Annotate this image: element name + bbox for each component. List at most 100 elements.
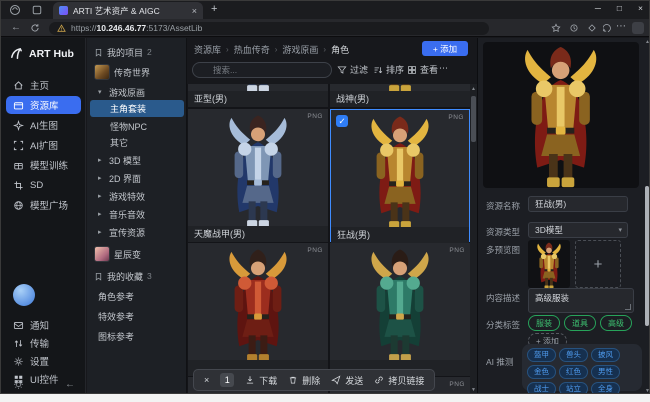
chevron-down-icon[interactable]: ▾ — [98, 88, 105, 96]
user-avatar[interactable] — [13, 284, 35, 306]
window-maximize-button[interactable]: □ — [617, 3, 622, 13]
ai-tag-chip[interactable]: 站立 — [559, 382, 588, 394]
asset-card[interactable]: PNG — [188, 243, 328, 376]
category-tag[interactable]: 高级 — [600, 315, 632, 331]
scroll-down-arrow[interactable]: ▼ — [470, 387, 477, 393]
filter-button[interactable]: 过滤 — [337, 63, 368, 76]
asset-preview-image[interactable] — [483, 42, 639, 188]
category-tag[interactable]: 服装 — [528, 315, 560, 331]
breadcrumb-item[interactable]: 游戏原画 — [282, 43, 318, 56]
sidebar-item-transfers[interactable]: 传输 — [6, 334, 81, 352]
tab-list-icon[interactable] — [31, 4, 43, 16]
chevron-right-icon[interactable]: ▸ — [98, 192, 105, 200]
detail-scrollbar[interactable]: ▲ ▼ — [645, 38, 650, 394]
chevron-right-icon[interactable]: ▸ — [98, 174, 105, 182]
tree-header-my-projects[interactable]: 我的项目 2 — [90, 44, 184, 60]
sync-icon[interactable] — [569, 23, 579, 33]
tree-node-3d-models[interactable]: ▸ 3D 模型 — [90, 152, 184, 168]
extensions-icon[interactable] — [587, 23, 597, 33]
asset-card[interactable]: PNG — [330, 243, 470, 376]
sidebar-item-model-plaza[interactable]: 模型广场 — [6, 196, 81, 214]
ai-tag-chip[interactable]: 金色 — [527, 365, 556, 379]
star-bookmark-icon[interactable] — [551, 23, 561, 33]
new-tab-button[interactable]: + — [211, 3, 217, 15]
view-button[interactable]: 查看 — [407, 63, 438, 76]
asset-card[interactable]: PNG 战神(男) — [330, 84, 470, 107]
sidebar-item-ai-image[interactable]: AI生图 — [6, 116, 81, 134]
tree-node-music-sfx[interactable]: ▸ 音乐音效 — [90, 206, 184, 222]
window-close-button[interactable]: × — [638, 3, 643, 13]
tree-node-vfx-refs[interactable]: 特效参考 — [90, 308, 184, 324]
tree-project-legend-world[interactable]: 传奇世界 — [90, 62, 184, 82]
tree-node-icon-refs[interactable]: 图标参考 — [90, 328, 184, 344]
tree-node-game-vfx[interactable]: ▸ 游戏特效 — [90, 188, 184, 204]
preview-thumbnail[interactable] — [528, 240, 570, 288]
address-bar[interactable]: https://10.246.46.77:5173/AssetLib — [49, 22, 489, 35]
scroll-up-arrow[interactable]: ▲ — [470, 86, 477, 92]
ai-tag-chip[interactable]: 盔甲 — [527, 348, 556, 362]
asset-name-input[interactable] — [528, 196, 628, 212]
sidebar-item-settings[interactable]: 设置 — [6, 352, 81, 370]
sort-button[interactable]: 排序 — [373, 63, 404, 76]
selected-checkbox[interactable]: ✓ — [336, 115, 348, 127]
ai-tag-chip[interactable]: 披风 — [591, 348, 620, 362]
tree-project-stellar[interactable]: 星辰变 — [90, 244, 184, 264]
tree-node-promo-assets[interactable]: ▸ 宣传资源 — [90, 224, 184, 240]
tree-node-hero-outfits[interactable]: 主角套装 — [90, 100, 184, 117]
tree-node-other[interactable]: 其它 — [90, 134, 184, 150]
more-options-button[interactable]: ⋯ — [439, 63, 448, 74]
ai-tag-chip[interactable]: 男性 — [591, 365, 620, 379]
chevron-right-icon[interactable]: ▸ — [98, 156, 105, 164]
description-textarea[interactable]: 高级服装 — [528, 288, 634, 313]
tree-node-monster-npc[interactable]: 怪物NPC — [90, 118, 184, 134]
back-button[interactable]: ← — [11, 22, 21, 33]
scroll-down-arrow[interactable]: ▼ — [645, 388, 650, 394]
theme-toggle-icon[interactable] — [13, 379, 24, 390]
tree-node-character-refs[interactable]: 角色参考 — [90, 288, 184, 304]
ai-tag-chip[interactable]: 红色 — [559, 365, 588, 379]
sidebar-item-model-training[interactable]: 模型训练 — [6, 156, 81, 174]
sidebar-item-ai-expand[interactable]: AI扩图 — [6, 136, 81, 154]
scroll-up-arrow[interactable]: ▲ — [645, 39, 650, 45]
browser-tab[interactable]: ARTI 艺术资产 & AIGC × — [53, 2, 203, 19]
breadcrumb-item[interactable]: 资源库 — [194, 43, 221, 56]
asset-card[interactable]: PNG 天魔战甲(男) — [188, 109, 328, 242]
sidebar-item-notifications[interactable]: 通知 — [6, 316, 81, 334]
window-minimize-button[interactable]: ─ — [595, 3, 601, 13]
category-tag[interactable]: 道具 — [564, 315, 596, 331]
copy-link-button[interactable]: 拷贝链接 — [374, 374, 424, 387]
browser-logo-icon[interactable] — [9, 4, 21, 16]
file-type-badge: PNG — [449, 381, 465, 388]
delete-button[interactable]: 删除 — [288, 374, 320, 387]
ai-tag-chip[interactable]: 兽头 — [559, 348, 588, 362]
asset-card-selected[interactable]: PNG ✓ 狂战(男) — [330, 109, 470, 242]
tree-node-game-concept-art[interactable]: ▾ 游戏原画 — [90, 84, 184, 100]
asset-type-select[interactable]: 3D模型 ▾ — [528, 222, 628, 238]
tree-node-2d-ui[interactable]: ▸ 2D 界面 — [90, 170, 184, 186]
scrollbar-thumb[interactable] — [471, 96, 476, 142]
chevron-right-icon[interactable]: ▸ — [98, 228, 105, 236]
send-button[interactable]: 发送 — [331, 374, 363, 387]
collapse-sidebar-icon[interactable]: ← — [65, 379, 75, 390]
asset-card[interactable]: PNG 亚型(男) — [188, 84, 328, 107]
scrollbar-thumb[interactable] — [645, 186, 649, 326]
history-icon[interactable] — [603, 23, 613, 33]
chevron-right-icon[interactable]: ▸ — [98, 210, 105, 218]
ai-tag-chip[interactable]: 战士 — [527, 382, 556, 394]
grid-scrollbar[interactable]: ▲ ▼ — [470, 84, 477, 394]
sidebar-item-sd[interactable]: SD — [6, 176, 81, 194]
sidebar-item-asset-library[interactable]: 资源库 — [6, 96, 81, 114]
add-preview-button[interactable]: + — [575, 240, 621, 288]
download-button[interactable]: 下载 — [245, 374, 277, 387]
tree-header-my-favorites[interactable]: 我的收藏 3 — [90, 268, 184, 284]
reload-button[interactable] — [30, 23, 40, 33]
sidebar-item-home[interactable]: 主页 — [6, 76, 81, 94]
clear-selection-button[interactable]: × — [204, 375, 209, 385]
more-menu-icon[interactable]: ⋯ — [616, 21, 626, 32]
ai-tag-chip[interactable]: 全身 — [591, 382, 620, 394]
breadcrumb-item[interactable]: 热血传奇 — [234, 43, 270, 56]
profile-avatar[interactable] — [632, 22, 644, 34]
tab-close-icon[interactable]: × — [192, 6, 197, 16]
search-input[interactable] — [192, 62, 332, 78]
add-asset-button[interactable]: + 添加 — [422, 41, 468, 56]
